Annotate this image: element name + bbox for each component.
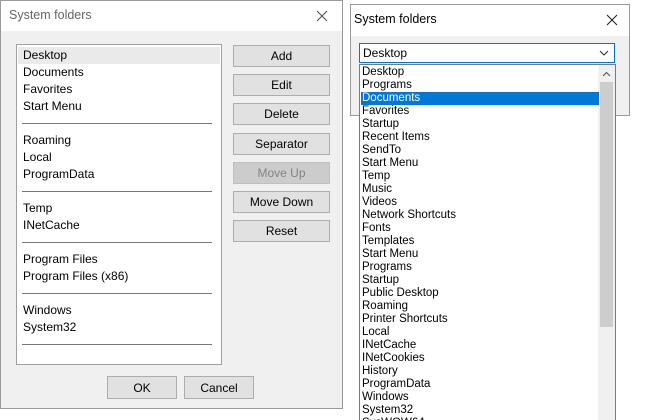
dropdown-option[interactable]: Desktop bbox=[361, 66, 599, 79]
dropdown-option[interactable]: Videos bbox=[361, 196, 599, 209]
list-separator[interactable] bbox=[22, 123, 212, 124]
list-item[interactable]: System32 bbox=[18, 319, 220, 336]
dropdown-option[interactable]: Windows bbox=[361, 391, 599, 404]
dropdown-option[interactable]: Public Desktop bbox=[361, 287, 599, 300]
close-icon[interactable] bbox=[598, 9, 626, 31]
dropdown-option[interactable]: Recent Items bbox=[361, 131, 599, 144]
folder-dropdown-list[interactable]: Desktop Programs Documents Favorites Startup… bbox=[359, 64, 616, 420]
list-separator[interactable] bbox=[22, 293, 212, 294]
list-item[interactable]: Roaming bbox=[18, 132, 220, 149]
scrollbar-thumb[interactable] bbox=[600, 82, 613, 327]
list-item[interactable]: Desktop bbox=[18, 47, 220, 64]
list-separator[interactable] bbox=[22, 242, 212, 243]
dropdown-option[interactable]: Programs bbox=[361, 79, 599, 92]
delete-button[interactable]: Delete bbox=[233, 103, 330, 125]
add-button[interactable]: Add bbox=[233, 45, 330, 67]
list-item[interactable]: Documents bbox=[18, 64, 220, 81]
move-down-button[interactable]: Move Down bbox=[233, 191, 330, 213]
dropdown-option[interactable]: INetCache bbox=[361, 339, 599, 352]
scroll-up-arrow-icon[interactable] bbox=[598, 65, 615, 82]
list-item[interactable]: Local bbox=[18, 149, 220, 166]
dialog-title: System folders bbox=[9, 8, 92, 22]
list-item[interactable]: ProgramData bbox=[18, 166, 220, 183]
reset-button[interactable]: Reset bbox=[233, 220, 330, 242]
system-folders-dialog: System folders Desktop Documents Favorites… bbox=[0, 0, 343, 409]
list-item[interactable]: Start Menu bbox=[18, 98, 220, 115]
chevron-down-icon[interactable] bbox=[598, 47, 610, 59]
list-item[interactable]: Windows bbox=[18, 302, 220, 319]
title-bar: System folders bbox=[351, 5, 629, 36]
list-item[interactable]: Program Files bbox=[18, 251, 220, 268]
dropdown-option[interactable]: History bbox=[361, 365, 599, 378]
dropdown-option[interactable]: Music bbox=[361, 183, 599, 196]
dropdown-option[interactable]: Documents bbox=[361, 92, 599, 105]
dropdown-option[interactable]: Favorites bbox=[361, 105, 599, 118]
edit-button[interactable]: Edit bbox=[233, 74, 330, 96]
dropdown-option[interactable]: Startup bbox=[361, 118, 599, 131]
ok-button[interactable]: OK bbox=[107, 376, 177, 399]
dropdown-option[interactable]: System32 bbox=[361, 404, 599, 417]
dialog-title: System folders bbox=[354, 12, 437, 26]
dropdown-option[interactable]: Templates bbox=[361, 235, 599, 248]
dropdown-option[interactable]: Network Shortcuts bbox=[361, 209, 599, 222]
dropdown-option[interactable]: Startup bbox=[361, 274, 599, 287]
dropdown-option[interactable]: SendTo bbox=[361, 144, 599, 157]
dropdown-option[interactable]: Fonts bbox=[361, 222, 599, 235]
title-bar: System folders bbox=[1, 1, 342, 31]
folder-combobox[interactable]: Desktop bbox=[359, 43, 615, 63]
list-item[interactable]: Temp bbox=[18, 200, 220, 217]
combobox-value: Desktop bbox=[363, 46, 408, 60]
dropdown-option[interactable]: Temp bbox=[361, 170, 599, 183]
separator-button[interactable]: Separator bbox=[233, 133, 330, 155]
list-separator[interactable] bbox=[22, 191, 212, 192]
close-icon[interactable] bbox=[308, 5, 336, 27]
dropdown-scrollbar[interactable] bbox=[598, 65, 615, 420]
dropdown-option[interactable]: Local bbox=[361, 326, 599, 339]
list-separator[interactable] bbox=[22, 344, 212, 345]
cancel-button[interactable]: Cancel bbox=[184, 376, 254, 399]
dropdown-option[interactable]: Programs bbox=[361, 261, 599, 274]
list-item[interactable]: Favorites bbox=[18, 81, 220, 98]
dropdown-option[interactable]: ProgramData bbox=[361, 378, 599, 391]
dropdown-option[interactable]: Printer Shortcuts bbox=[361, 313, 599, 326]
dropdown-option[interactable]: INetCookies bbox=[361, 352, 599, 365]
move-up-button[interactable]: Move Up bbox=[233, 162, 330, 184]
dropdown-option[interactable]: Roaming bbox=[361, 300, 599, 313]
list-item[interactable]: INetCache bbox=[18, 217, 220, 234]
dropdown-option[interactable]: Start Menu bbox=[361, 248, 599, 261]
folder-list[interactable]: Desktop Documents Favorites Start Menu Roami… bbox=[16, 44, 222, 365]
list-item[interactable]: Program Files (x86) bbox=[18, 268, 220, 285]
dropdown-option[interactable]: Start Menu bbox=[361, 157, 599, 170]
